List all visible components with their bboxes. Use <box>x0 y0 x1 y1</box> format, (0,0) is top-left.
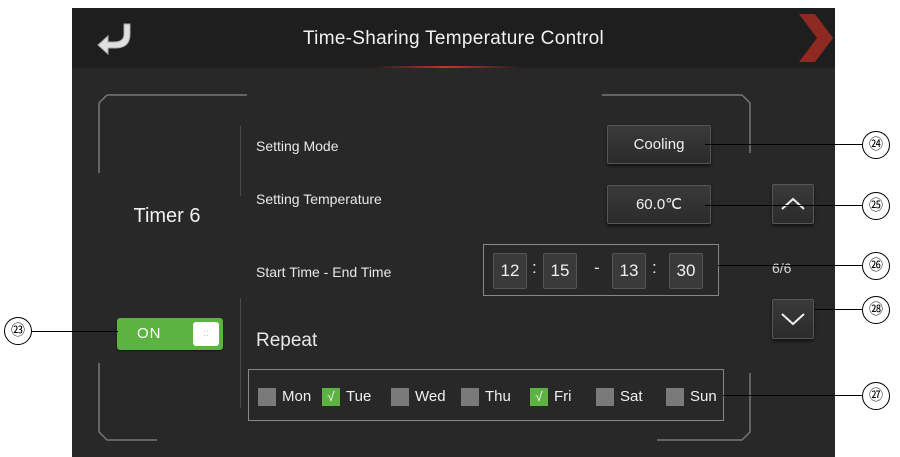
callout-26: ㉖ <box>862 252 890 280</box>
time-colon: : <box>652 258 657 277</box>
day-label: Sun <box>690 388 717 405</box>
start-minute-field[interactable]: 15 <box>543 253 577 289</box>
callout-25: ㉕ <box>862 192 890 220</box>
panel-divider <box>240 298 241 408</box>
day-checkbox[interactable] <box>666 388 684 406</box>
day-checkbox[interactable] <box>391 388 409 406</box>
setting-temperature-label: Setting Temperature <box>256 191 382 207</box>
day-checkbox[interactable] <box>461 388 479 406</box>
day-label: Thu <box>485 388 511 405</box>
callout-line-27 <box>723 395 863 396</box>
toggle-knob-icon: :: <box>193 322 219 346</box>
day-checkbox-checked[interactable]: √ <box>322 388 340 406</box>
day-label: Sat <box>620 388 643 405</box>
callout-line-28 <box>815 309 863 310</box>
callout-line-26 <box>718 265 863 266</box>
day-label: Fri <box>554 388 572 405</box>
page-title: Time-Sharing Temperature Control <box>302 28 605 49</box>
callout-line-24 <box>705 144 863 145</box>
title-bar: Time-Sharing Temperature Control <box>72 8 835 68</box>
callout-27: ㉗ <box>862 382 890 410</box>
timer-panel-frame <box>98 94 247 441</box>
page-down-button[interactable] <box>772 299 814 339</box>
callout-24: ㉔ <box>862 131 890 159</box>
page-indicator: 6/6 <box>772 260 792 276</box>
callout-23: ㉓ <box>4 317 32 345</box>
end-hour-field[interactable]: 13 <box>612 253 646 289</box>
chevron-down-icon <box>781 313 805 326</box>
day-label: Wed <box>415 388 446 405</box>
day-label: Mon <box>282 388 312 405</box>
panel-divider <box>240 126 241 196</box>
day-label: Tue <box>346 388 372 405</box>
setting-temperature-button[interactable]: 60.0℃ <box>607 185 711 224</box>
chevron-right-icon[interactable] <box>785 8 835 68</box>
time-colon: : <box>532 258 537 277</box>
setting-mode-button[interactable]: Cooling <box>607 125 711 164</box>
setting-mode-label: Setting Mode <box>256 138 339 154</box>
timer-on-toggle[interactable]: ON :: <box>117 318 223 350</box>
time-range-label: Start Time - End Time <box>256 264 392 280</box>
callout-line-23 <box>32 331 118 332</box>
chevron-up-icon <box>781 197 805 210</box>
start-hour-field[interactable]: 12 <box>493 253 527 289</box>
day-checkbox[interactable] <box>258 388 276 406</box>
title-glow <box>372 66 522 68</box>
range-dash: - <box>594 258 600 277</box>
time-range-box: 12 : 15 - 13 : 30 <box>483 244 719 296</box>
end-minute-field[interactable]: 30 <box>669 253 703 289</box>
callout-28: ㉘ <box>862 296 890 324</box>
day-checkbox[interactable] <box>596 388 614 406</box>
toggle-label: ON <box>137 325 162 342</box>
repeat-label: Repeat <box>256 330 318 351</box>
timer-label: Timer 6 <box>133 205 201 227</box>
repeat-days-box: Mon √ Tue Wed Thu √ Fri Sat Sun <box>248 369 724 421</box>
page-up-button[interactable] <box>772 184 814 224</box>
callout-line-25 <box>705 205 863 206</box>
hmi-screen: Time-Sharing Temperature Control Timer 6… <box>72 8 835 457</box>
day-checkbox-checked[interactable]: √ <box>530 388 548 406</box>
